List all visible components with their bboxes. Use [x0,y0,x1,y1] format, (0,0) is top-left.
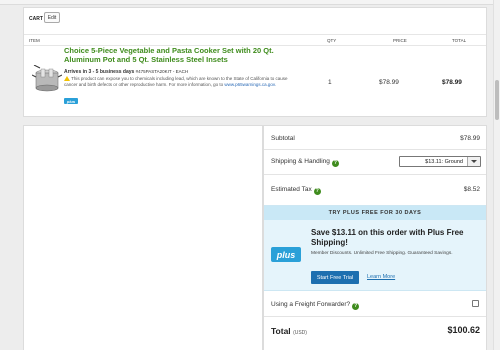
plus-promo: TRY PLUS FREE FOR 30 DAYS plus Save $13.… [264,205,486,291]
plus-logo: plus [271,247,301,262]
cart-panel: CART Edit ITEM QTY PRICE TOTAL Choice 5-… [23,7,487,117]
subtotal-label: Subtotal [271,135,295,142]
divider [264,174,486,175]
pot-image[interactable] [32,65,62,93]
divider [264,149,486,150]
order-total: $100.62 [447,325,480,335]
cart-title: CART [29,16,43,22]
plus-headline: Save $13.11 on this order with Plus Free… [311,228,464,247]
cart-column-headers: ITEM QTY PRICE TOTAL [24,34,486,46]
left-panel [23,125,263,350]
plus-subtext: Member Discounts. Unlimited Free Shippin… [311,251,453,256]
divider [264,316,486,317]
scrollbar[interactable] [493,0,500,350]
item-total: $78.99 [442,79,462,86]
tax-label: Estimated Tax? [271,186,321,195]
start-free-trial-button[interactable]: Start Free Trial [311,271,359,284]
arrival-info: Arrives in 3 - 5 business days #475PASTA… [64,69,188,75]
total-label: Total (USD) [271,326,307,336]
edit-cart-button[interactable]: Edit [44,12,60,23]
shipping-label: Shipping & Handling? [271,158,339,167]
column-total: TOTAL [452,38,467,43]
help-icon[interactable]: ? [331,160,339,167]
plus-badge: plus [64,98,78,104]
freight-label-text: Using a Freight Forwarder? [271,301,351,308]
tax-value: $8.52 [463,186,480,193]
scrollbar-thumb[interactable] [495,80,499,120]
chevron-down-icon [467,157,480,166]
total-currency: (USD) [293,330,307,336]
help-icon[interactable]: ? [313,188,321,195]
cart-header: CART Edit [24,8,486,30]
learn-more-link[interactable]: Learn More [367,274,395,280]
prop65-warning: This product can expose you to chemicals… [64,76,299,88]
shipping-label-text: Shipping & Handling [271,158,330,165]
total-label-text: Total [271,326,291,336]
arrival-text: Arrives in 3 - 5 business days [64,69,135,75]
freight-forwarder-checkbox[interactable] [472,300,479,307]
tax-label-text: Estimated Tax [271,186,312,193]
freight-label: Using a Freight Forwarder?? [271,301,360,310]
prop65-link[interactable]: www.p65warnings.ca.gov. [224,82,276,87]
shipping-select-value: $13.11: Ground [425,158,463,165]
column-item: ITEM [29,38,40,43]
column-price: PRICE [393,38,407,43]
help-icon[interactable]: ? [352,303,360,310]
subtotal-value: $78.99 [460,135,480,142]
item-quantity: 1 [328,79,332,86]
warning-icon [64,76,70,81]
order-summary: Subtotal $78.99 Shipping & Handling? $13… [263,125,487,350]
column-qty: QTY [327,38,337,43]
item-price: $78.99 [379,79,399,86]
plus-banner: TRY PLUS FREE FOR 30 DAYS [264,206,486,220]
previous-section-edge [0,0,500,5]
product-sku: #475PASTA20KIT - EACH [135,69,189,74]
shipping-method-select[interactable]: $13.11: Ground [399,156,481,167]
product-name-link[interactable]: Choice 5-Piece Vegetable and Pasta Cooke… [64,46,304,65]
